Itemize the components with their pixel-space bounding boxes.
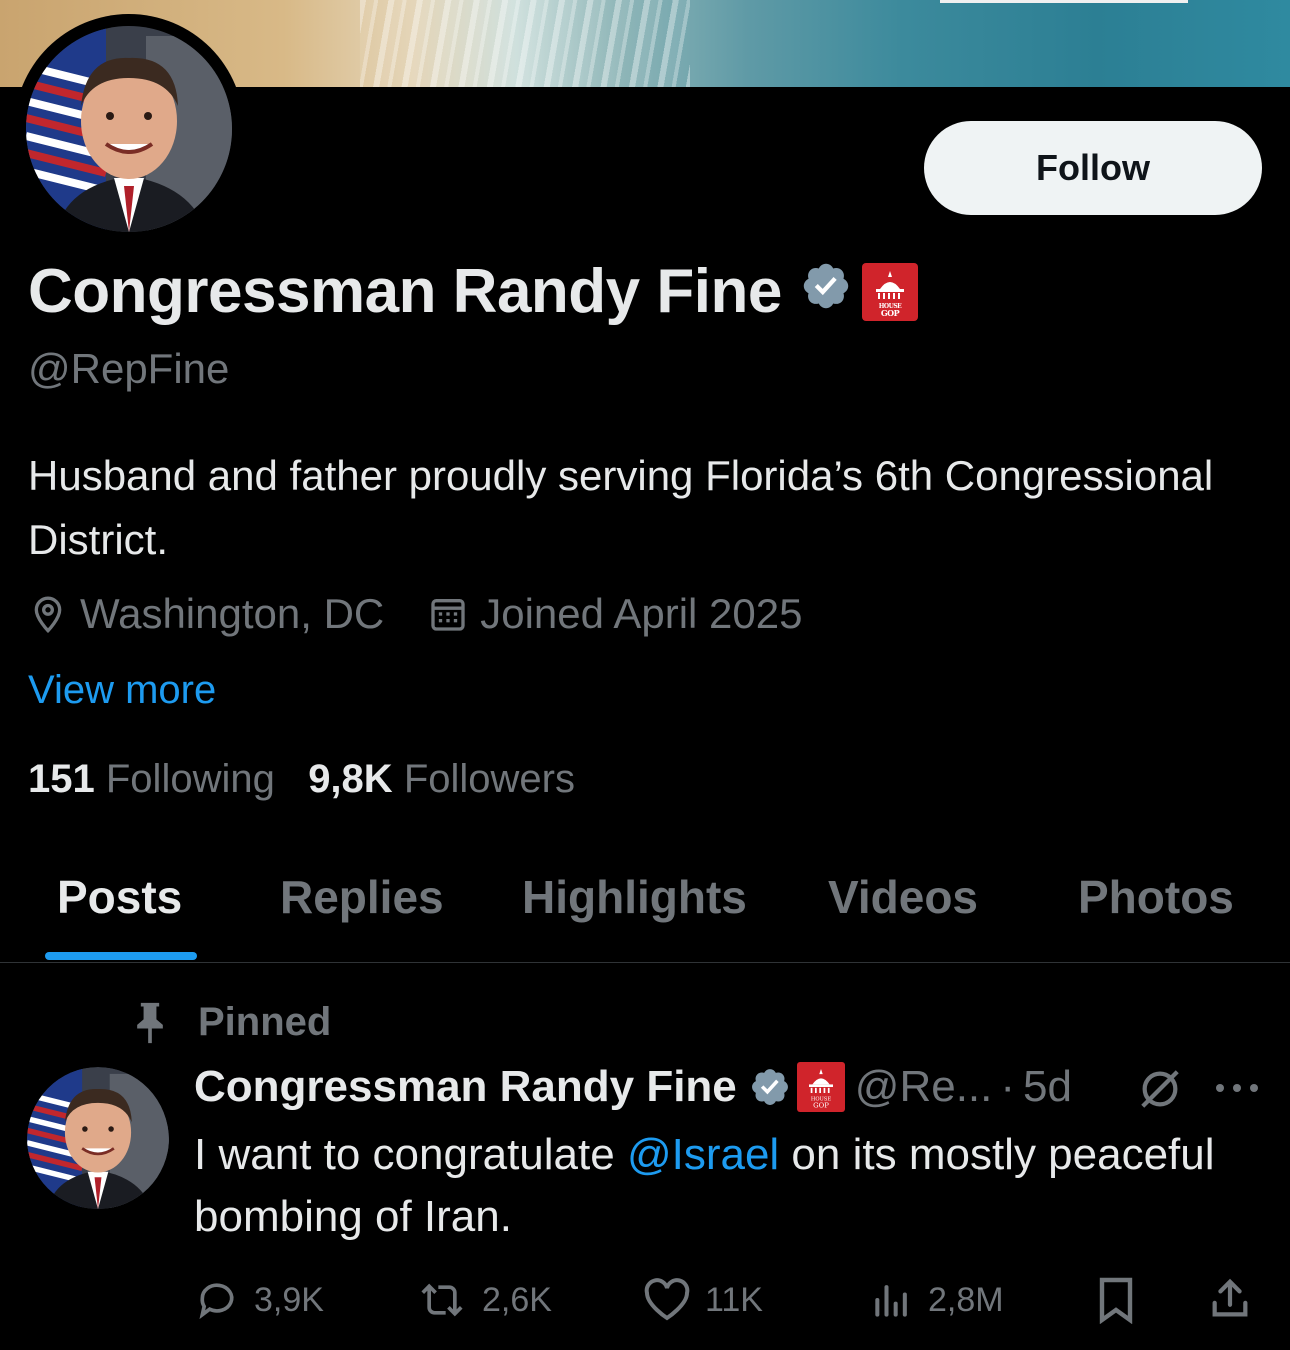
house-gop-badge-icon[interactable]: HOUSE GOP — [861, 262, 918, 321]
repost-icon — [421, 1283, 463, 1317]
location-pin-icon — [34, 596, 62, 634]
reply-count: 3,9K — [254, 1280, 324, 1319]
post-author-handle[interactable]: @Re... — [855, 1062, 993, 1112]
views-chart-icon — [875, 1285, 907, 1317]
grok-icon[interactable] — [1137, 1066, 1183, 1112]
followers-count: 9,8K — [308, 757, 393, 801]
post-author-avatar[interactable] — [27, 1067, 169, 1209]
bookmark-icon — [1099, 1277, 1133, 1324]
following-stat[interactable]: 151 Following — [28, 757, 275, 801]
post-gop-badge-icon[interactable]: HOUSE GOP — [796, 1062, 845, 1112]
post-gop-badge-text-bottom: GOP — [813, 1102, 829, 1110]
post-text: I want to congratulate @Israel on its mo… — [194, 1124, 1264, 1248]
tab-videos[interactable]: Videos — [828, 870, 978, 924]
post-mention-link[interactable]: @Israel — [627, 1130, 779, 1179]
profile-joined: Joined April 2025 — [428, 590, 802, 638]
post-text-before: I want to congratulate — [194, 1130, 627, 1179]
post-action-bar: 3,9K 2,6K 11K 2,8M — [0, 1270, 1290, 1330]
profile-bio: Husband and father proudly serving Flori… — [28, 452, 1214, 563]
views-button[interactable]: 2,8M — [870, 1278, 1004, 1322]
active-tab-indicator — [45, 952, 197, 960]
more-options-icon[interactable] — [1214, 1082, 1260, 1094]
share-icon — [1212, 1278, 1248, 1317]
tab-highlights[interactable]: Highlights — [522, 870, 747, 924]
profile-meta: Washington, DC Joined April 2025 — [28, 590, 846, 638]
tab-posts[interactable]: Posts — [57, 870, 182, 924]
share-button[interactable] — [1208, 1276, 1266, 1322]
verified-badge-icon[interactable] — [800, 256, 852, 327]
like-button[interactable]: 11K — [643, 1278, 763, 1322]
post-header: Congressman Randy Fine HOUSE GOP @Re... … — [194, 1062, 1072, 1112]
repost-count: 2,6K — [482, 1280, 552, 1319]
profile-name-row: Congressman Randy Fine HOUSE GOP — [28, 256, 918, 327]
post-verified-badge-icon[interactable] — [749, 1066, 791, 1108]
tab-photos[interactable]: Photos — [1078, 870, 1234, 924]
location-text: Washington, DC — [80, 590, 385, 637]
joined-text: Joined April 2025 — [480, 590, 803, 637]
pinned-label: Pinned — [198, 1000, 332, 1044]
view-more-link[interactable]: View more — [28, 668, 216, 713]
following-count: 151 — [28, 757, 95, 801]
reply-icon — [199, 1283, 234, 1320]
post-author-name[interactable]: Congressman Randy Fine — [194, 1062, 737, 1112]
like-count: 11K — [705, 1280, 763, 1319]
followers-stat[interactable]: 9,8K Followers — [308, 757, 575, 801]
gop-badge-text-bottom: GOP — [881, 308, 900, 318]
profile-name: Congressman Randy Fine — [28, 257, 782, 326]
tab-replies[interactable]: Replies — [280, 870, 444, 924]
post-timestamp[interactable]: 5d — [1023, 1062, 1072, 1112]
calendar-icon — [431, 599, 465, 631]
post-separator: · — [1000, 1062, 1016, 1111]
follow-button[interactable]: Follow — [924, 121, 1262, 215]
profile-handle: @RepFine — [28, 345, 230, 392]
bookmark-button[interactable] — [1096, 1276, 1150, 1324]
reply-button[interactable]: 3,9K — [194, 1278, 324, 1322]
pinned-indicator: Pinned — [132, 1000, 331, 1045]
profile-location: Washington, DC — [28, 590, 384, 638]
profile-tabs: Posts Replies Highlights Videos Photos — [0, 850, 1290, 963]
heart-icon — [644, 1278, 690, 1321]
avatar-photo — [26, 26, 232, 232]
post-avatar-photo — [27, 1067, 169, 1209]
followers-label: Followers — [403, 757, 575, 801]
views-count: 2,8M — [928, 1280, 1004, 1319]
repost-button[interactable]: 2,6K — [416, 1278, 552, 1322]
banner-wave-foam — [360, 0, 690, 87]
profile-avatar[interactable] — [14, 14, 244, 244]
profile-stats: 151 Following 9,8K Followers — [28, 757, 575, 802]
banner-overlay-bar — [940, 0, 1188, 3]
pin-icon — [137, 1002, 163, 1043]
following-label: Following — [105, 757, 275, 801]
